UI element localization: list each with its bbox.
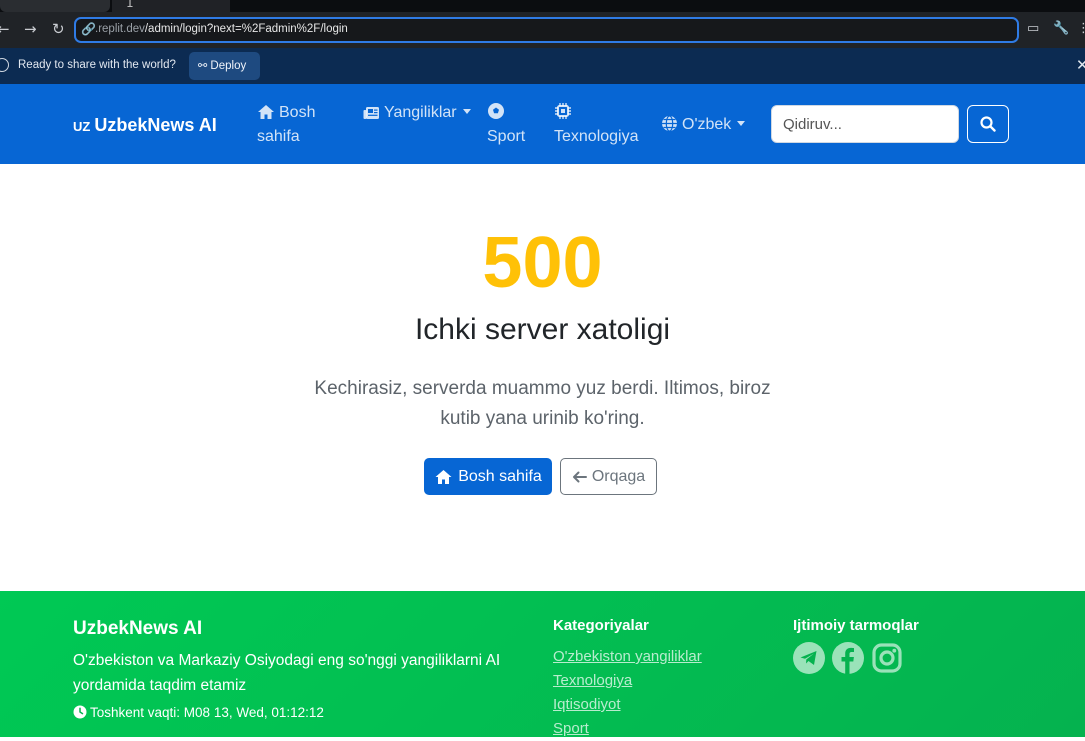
nav-link-label: Texnologiya xyxy=(554,128,639,145)
browser-toolbar: ← → ↻ 🔗 .replit.dev/admin/login?next=%2F… xyxy=(0,12,1085,48)
rocket-icon: ⚯ xyxy=(198,60,208,72)
instagram-icon[interactable] xyxy=(871,642,903,674)
search-icon xyxy=(980,116,996,132)
replit-banner: Ready to share with the world? ⚯ Deploy … xyxy=(0,48,1085,84)
arrow-left-icon xyxy=(572,471,587,482)
site-navbar: UZ UzbekNews AI Bosh sahifa Yangiliklar Sp… xyxy=(0,84,1085,164)
nav-link-home[interactable]: Bosh sahifa xyxy=(257,101,315,149)
chevron-down-icon xyxy=(737,121,746,126)
nav-link-label: Sport xyxy=(487,128,526,145)
devices-icon[interactable]: ▭ xyxy=(1027,21,1039,36)
brand-name: UzbekNews AI xyxy=(94,115,217,135)
nav-link-label-line2: sahifa xyxy=(257,128,300,145)
search-input[interactable] xyxy=(771,105,959,143)
home-icon xyxy=(258,105,274,119)
footer-about: O'zbekiston va Markaziy Osiyodagi eng so… xyxy=(73,652,501,694)
info-icon xyxy=(0,58,9,72)
error-title: Ichki server xatoligi xyxy=(414,313,671,346)
language-label: O'zbek xyxy=(682,116,732,133)
soccer-ball-icon xyxy=(488,103,504,119)
address-bar[interactable]: 🔗 .replit.dev/admin/login?next=%2Fadmin%… xyxy=(74,17,1019,43)
wrench-icon[interactable]: 🔧 xyxy=(1053,21,1069,36)
footer-social-title: Ijtimoiy tarmoqlar xyxy=(793,617,919,634)
home-button[interactable]: Bosh sahifa xyxy=(424,458,552,495)
banner-message: Ready to share with the world? xyxy=(18,59,176,71)
url-text: .replit.dev/admin/login?next=%2Fadmin%2F… xyxy=(95,23,348,35)
telegram-icon[interactable] xyxy=(793,642,825,674)
error-code: 500 xyxy=(482,223,603,303)
footer-category-link[interactable]: Sport xyxy=(553,717,702,741)
language-dropdown[interactable]: O'zbek xyxy=(661,113,746,137)
browser-tab-active[interactable]: 1 xyxy=(112,0,230,12)
reload-icon[interactable]: ↻ xyxy=(52,20,65,38)
footer-brand: UzbekNews AI xyxy=(73,618,203,639)
nav-link-label: Yangiliklar xyxy=(384,104,457,121)
facebook-icon[interactable] xyxy=(832,642,864,674)
globe-icon xyxy=(662,115,677,132)
home-icon xyxy=(435,469,452,484)
search-button[interactable] xyxy=(967,105,1009,143)
deploy-label: Deploy xyxy=(210,60,247,72)
back-button[interactable]: Orqaga xyxy=(560,458,657,495)
error-description: Kechirasiz, serverda muammo yuz berdi. I… xyxy=(314,378,771,429)
footer-category-link[interactable]: Texnologiya xyxy=(553,669,702,693)
footer-category-link[interactable]: O'zbekiston yangiliklar xyxy=(553,645,702,669)
footer-time-text: Toshkent vaqti: M08 13, Wed, 01:12:12 xyxy=(90,705,324,720)
site-footer: UzbekNews AI O'zbekiston va Markaziy Osi… xyxy=(0,591,1085,737)
clock-icon xyxy=(73,705,87,719)
footer-social-links xyxy=(793,642,903,674)
home-button-label: Bosh sahifa xyxy=(458,467,542,485)
deploy-button[interactable]: ⚯ Deploy xyxy=(189,52,260,80)
back-button-label: Orqaga xyxy=(591,467,646,485)
nav-link-news[interactable]: Yangiliklar xyxy=(363,101,471,125)
footer-categories-title: Kategoriyalar xyxy=(553,617,649,634)
footer-categories-list: O'zbekiston yangiliklar Texnologiya Iqti… xyxy=(553,645,702,741)
link-icon: 🔗 xyxy=(81,22,96,36)
chip-icon xyxy=(555,103,571,119)
footer-time: Toshkent vaqti: M08 13, Wed, 01:12:12 xyxy=(73,705,324,720)
nav-link-label: Bosh xyxy=(279,104,316,121)
nav-link-tech[interactable]: Texnologiya xyxy=(554,101,639,149)
close-icon[interactable]: ✕ xyxy=(1076,56,1085,74)
newspaper-icon xyxy=(363,107,379,119)
brand-prefix: UZ xyxy=(73,119,91,134)
browser-tabstrip: 1 xyxy=(0,0,1085,12)
more-icon[interactable]: ⋮ xyxy=(1077,21,1085,36)
nav-link-sport[interactable]: Sport xyxy=(487,101,525,149)
chevron-down-icon xyxy=(462,109,471,114)
browser-tab[interactable] xyxy=(0,0,110,12)
site-brand[interactable]: UZ UzbekNews AI xyxy=(73,115,217,136)
footer-category-link[interactable]: Iqtisodiyot xyxy=(553,693,702,717)
forward-arrow-icon[interactable]: → xyxy=(24,20,37,38)
tab-glyph: 1 xyxy=(126,0,134,10)
back-arrow-icon[interactable]: ← xyxy=(0,20,10,38)
